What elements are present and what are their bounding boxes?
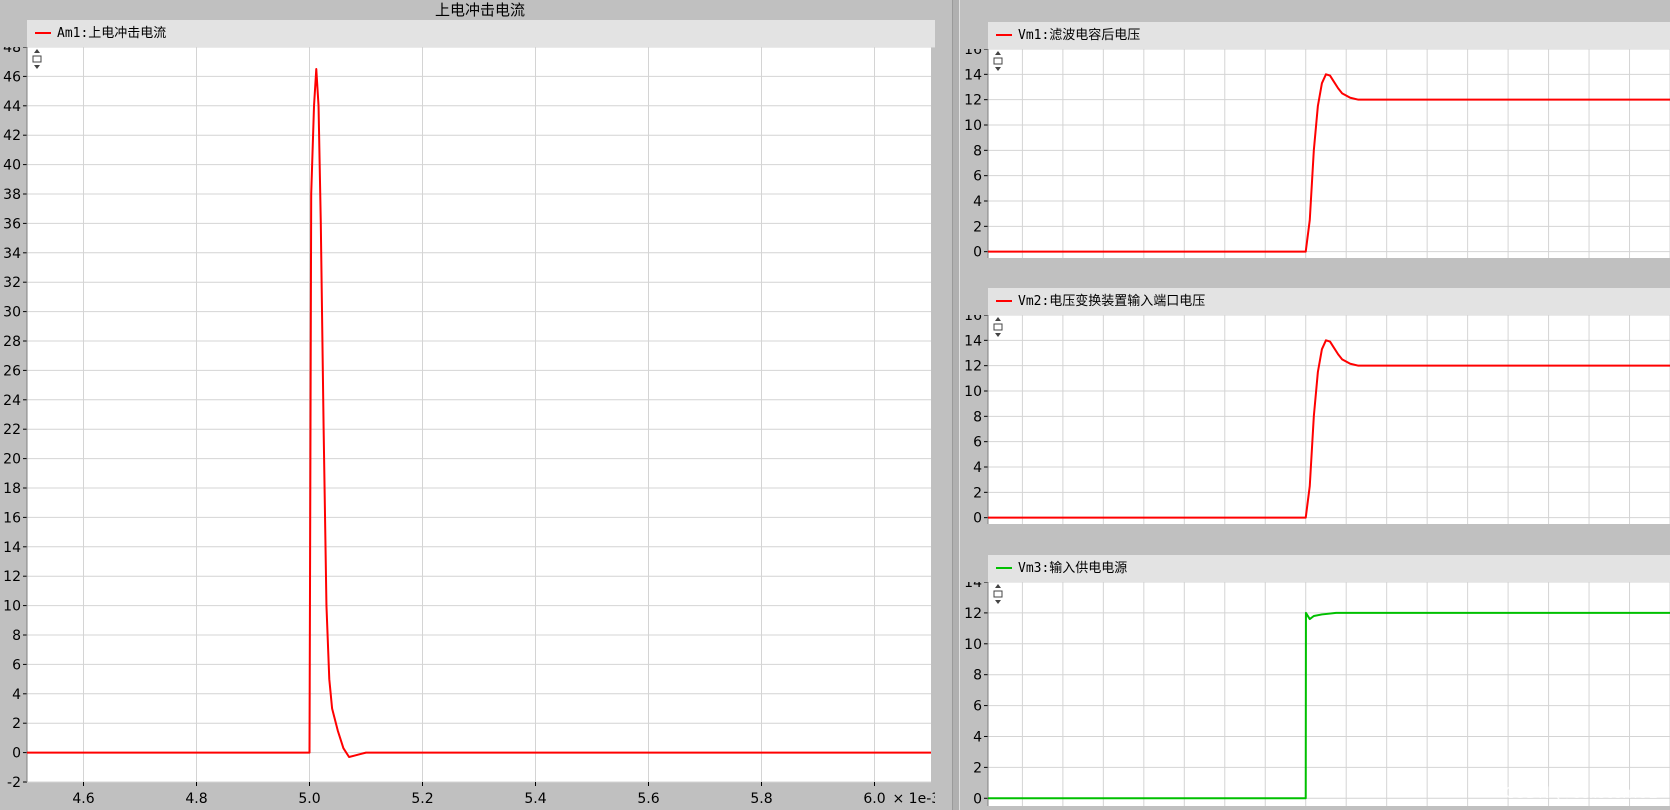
y-tick-label: 16 xyxy=(3,510,21,526)
watermark: CSDN @cclistem81 xyxy=(1504,783,1658,802)
y-tick-label: 4 xyxy=(973,460,982,476)
legend-swatch xyxy=(996,34,1012,36)
y-tick-label: 10 xyxy=(964,118,982,134)
y-tick-label: 0 xyxy=(973,511,982,527)
plot-area xyxy=(988,582,1670,806)
x-tick-label: 5.6 xyxy=(637,791,659,807)
y-tick-label: 8 xyxy=(973,409,982,425)
y-tick-label: 16 xyxy=(964,49,982,58)
y-tick-label: 0 xyxy=(973,791,982,807)
scope-vm1: Vm1:滤波电容后电压 0 2 4 6 8 10 12 14 16 xyxy=(960,22,1670,262)
y-tick-label: 44 xyxy=(3,99,21,115)
y-tick-label: 0 xyxy=(12,746,21,762)
y-tick-label: 12 xyxy=(964,606,982,622)
y-tick-label: 10 xyxy=(964,637,982,653)
legend-swatch xyxy=(35,32,51,34)
legend-vm3: Vm3:输入供电电源 xyxy=(988,555,1670,583)
y-tick-label: 32 xyxy=(3,275,21,291)
chart-vm1[interactable]: 0 2 4 6 8 10 12 14 16 xyxy=(960,49,1670,262)
scope-vm2: Vm2:电压变换装置输入端口电压 0 2 4 6 8 10 12 14 16 xyxy=(960,288,1670,528)
y-tick-label: 12 xyxy=(3,569,21,585)
y-tick-label: 40 xyxy=(3,158,21,174)
scope-am1: Am1:上电冲击电流 -2 0 2 4 6 8 10 12 14 16 18 20 22 24 26 28 30… xyxy=(0,20,935,810)
y-tick-label: 28 xyxy=(3,334,21,350)
legend-vm1: Vm1:滤波电容后电压 xyxy=(988,22,1670,50)
plot-area xyxy=(27,47,931,782)
scope-vm3: Vm3:输入供电电源 0 2 4 6 8 10 12 14 xyxy=(960,555,1670,810)
y-tick-label: 12 xyxy=(964,93,982,109)
y-tick-label: 48 xyxy=(3,47,21,56)
legend-label: Vm2:电压变换装置输入端口电压 xyxy=(1018,294,1206,309)
legend-label: Vm1:滤波电容后电压 xyxy=(1018,28,1141,43)
y-tick-label: 22 xyxy=(3,422,21,438)
y-tick-label: 6 xyxy=(973,699,982,715)
y-tick-label: 20 xyxy=(3,452,21,468)
chart-am1[interactable]: -202468101214161820222426283032343638404… xyxy=(0,47,935,810)
y-tick-label: 8 xyxy=(973,143,982,159)
y-tick-label: 14 xyxy=(3,540,21,556)
y-tick-label: 4 xyxy=(973,729,982,745)
y-tick-label: 0 xyxy=(973,245,982,261)
y-tick-label: -2 xyxy=(7,775,21,791)
y-tick-label: 14 xyxy=(964,582,982,591)
y-tick-label: 16 xyxy=(964,315,982,324)
y-tick-label: 34 xyxy=(3,246,21,262)
y-tick-label: 6 xyxy=(973,435,982,451)
chart-vm3[interactable]: 0 2 4 6 8 10 12 14 xyxy=(960,582,1670,810)
left-pane-title: 上电冲击电流 xyxy=(434,1,525,19)
y-tick-label: 12 xyxy=(964,359,982,375)
y-tick-label: 18 xyxy=(3,481,21,497)
y-tick-label: 6 xyxy=(973,169,982,185)
legend-label: Vm3:输入供电电源 xyxy=(1018,561,1128,576)
x-scale-label: × 1e-3 xyxy=(893,791,936,807)
y-tick-label: 4 xyxy=(973,194,982,210)
x-tick-label: 5.8 xyxy=(750,791,772,807)
legend-swatch xyxy=(996,567,1012,569)
legend-label: Am1:上电冲击电流 xyxy=(57,26,167,41)
legend-am1: Am1:上电冲击电流 xyxy=(27,20,935,48)
y-tick-label: 26 xyxy=(3,363,21,379)
y-tick-label: 2 xyxy=(973,219,982,235)
y-tick-label: 2 xyxy=(12,716,21,732)
y-tick-label: 36 xyxy=(3,216,21,232)
x-tick-label: 4.6 xyxy=(72,791,94,807)
y-tick-label: 6 xyxy=(12,657,21,673)
y-tick-label: 38 xyxy=(3,187,21,203)
y-tick-label: 14 xyxy=(964,333,982,349)
y-tick-label: 8 xyxy=(12,628,21,644)
y-tick-label: 46 xyxy=(3,69,21,85)
y-tick-label: 8 xyxy=(973,668,982,684)
y-tick-label: 10 xyxy=(964,384,982,400)
x-tick-label: 6.0 xyxy=(863,791,885,807)
y-tick-label: 2 xyxy=(973,485,982,501)
legend-swatch xyxy=(996,300,1012,302)
x-tick-label: 5.4 xyxy=(524,791,546,807)
y-tick-label: 2 xyxy=(973,760,982,776)
pane-splitter[interactable] xyxy=(952,0,960,810)
x-tick-label: 5.0 xyxy=(298,791,320,807)
y-tick-label: 24 xyxy=(3,393,21,409)
legend-vm2: Vm2:电压变换装置输入端口电压 xyxy=(988,288,1670,316)
y-tick-label: 4 xyxy=(12,687,21,703)
y-tick-label: 10 xyxy=(3,599,21,615)
y-tick-label: 14 xyxy=(964,67,982,83)
chart-vm2[interactable]: 0 2 4 6 8 10 12 14 16 xyxy=(960,315,1670,528)
y-tick-label: 30 xyxy=(3,305,21,321)
x-tick-label: 4.8 xyxy=(185,791,207,807)
x-tick-label: 5.2 xyxy=(411,791,433,807)
y-tick-label: 42 xyxy=(3,128,21,144)
